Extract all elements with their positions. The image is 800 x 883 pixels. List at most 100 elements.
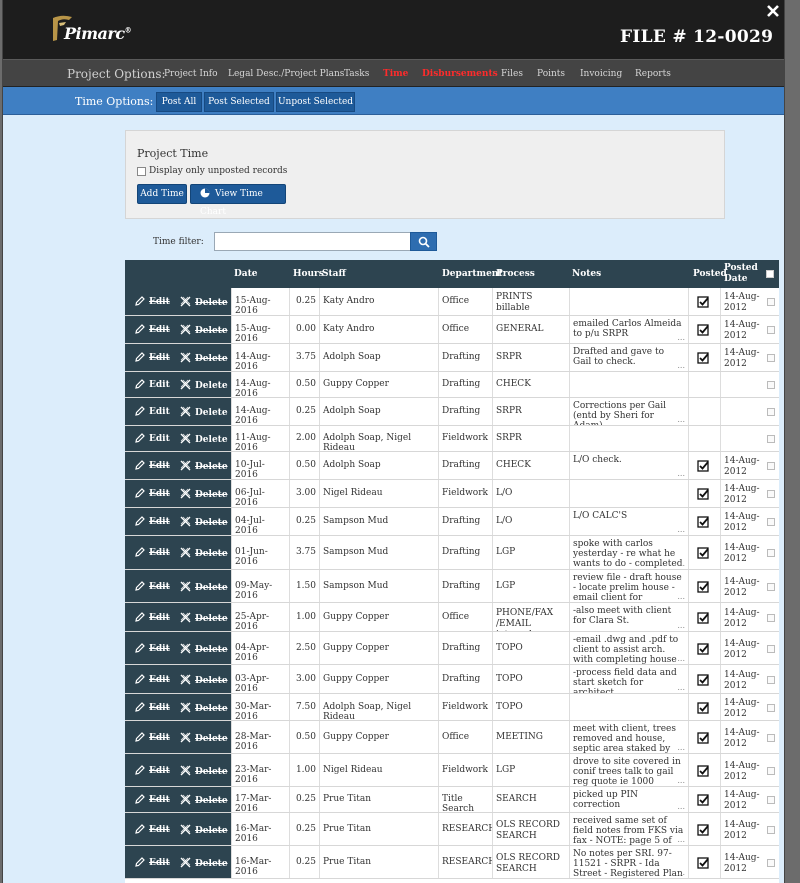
post-selected-button[interactable]: Post Selected <box>204 92 274 112</box>
delete-button[interactable]: Delete <box>180 516 228 528</box>
edit-button[interactable]: Edit <box>135 324 170 335</box>
delete-button[interactable]: Delete <box>180 547 228 559</box>
expand-notes-icon[interactable]: ... <box>677 776 685 786</box>
col-staff[interactable]: Staff <box>322 269 346 280</box>
col-posted-date[interactable]: Posted Date <box>724 263 758 285</box>
expand-notes-icon[interactable]: ... <box>677 802 685 812</box>
delete-button[interactable]: Delete <box>180 379 228 391</box>
row-select-checkbox[interactable] <box>767 462 775 470</box>
edit-button[interactable]: Edit <box>135 581 170 592</box>
nav-invoicing[interactable]: Invoicing <box>580 69 622 79</box>
nav-points[interactable]: Points <box>537 69 565 79</box>
post-all-button[interactable]: Post All <box>156 92 202 112</box>
delete-button[interactable]: Delete <box>180 674 228 686</box>
nav-files[interactable]: Files <box>501 69 523 79</box>
edit-button[interactable]: Edit <box>135 612 170 623</box>
row-select-checkbox[interactable] <box>767 549 775 557</box>
edit-button[interactable]: Edit <box>135 352 170 363</box>
expand-notes-icon[interactable]: ... <box>677 592 685 602</box>
delete-button[interactable]: Delete <box>180 406 228 418</box>
col-notes[interactable]: Notes <box>572 269 601 280</box>
col-hours[interactable]: Hours <box>293 269 324 280</box>
row-select-checkbox[interactable] <box>767 408 775 416</box>
row-select-checkbox[interactable] <box>767 859 775 867</box>
col-date[interactable]: Date <box>234 269 258 280</box>
nav-project-info[interactable]: Project Info <box>164 69 218 79</box>
delete-button[interactable]: Delete <box>180 433 228 445</box>
delete-button[interactable]: Delete <box>180 857 228 869</box>
delete-button[interactable]: Delete <box>180 702 228 714</box>
nav-disbursements[interactable]: Disbursements <box>422 69 498 79</box>
expand-notes-icon[interactable]: ... <box>677 361 685 371</box>
delete-button[interactable]: Delete <box>180 324 228 336</box>
add-time-button[interactable]: Add Time <box>137 184 187 204</box>
row-select-checkbox[interactable] <box>767 583 775 591</box>
view-time-chart-button[interactable]: View Time Chart <box>190 184 286 217</box>
delete-button[interactable]: Delete <box>180 296 228 308</box>
pimarc-logo[interactable]: Pimarc® <box>50 14 132 44</box>
unpost-selected-button[interactable]: Unpost Selected <box>276 92 355 112</box>
expand-notes-icon[interactable]: ... <box>677 743 685 753</box>
expand-notes-icon[interactable]: ... <box>677 868 685 878</box>
edit-button[interactable]: Edit <box>135 547 170 558</box>
row-select-checkbox[interactable] <box>767 704 775 712</box>
delete-button[interactable]: Delete <box>180 488 228 500</box>
expand-notes-icon[interactable]: ... <box>677 415 685 425</box>
delete-button[interactable]: Delete <box>180 824 228 836</box>
expand-notes-icon[interactable]: ... <box>677 559 685 569</box>
edit-button[interactable]: Edit <box>135 702 170 713</box>
row-select-checkbox[interactable] <box>767 614 775 622</box>
unposted-only-checkbox[interactable] <box>137 167 146 176</box>
edit-button[interactable]: Edit <box>135 296 170 307</box>
expand-notes-icon[interactable]: ... <box>677 683 685 693</box>
row-select-checkbox[interactable] <box>767 326 775 334</box>
row-select-checkbox[interactable] <box>767 826 775 834</box>
edit-button[interactable]: Edit <box>135 732 170 743</box>
nav-reports[interactable]: Reports <box>635 69 671 79</box>
edit-button[interactable]: Edit <box>135 516 170 527</box>
expand-notes-icon[interactable]: ... <box>677 469 685 479</box>
nav-legal-desc[interactable]: Legal Desc./Project Plans <box>228 69 344 79</box>
expand-notes-icon[interactable]: ... <box>677 621 685 631</box>
row-select-checkbox[interactable] <box>767 734 775 742</box>
edit-button[interactable]: Edit <box>135 379 170 390</box>
edit-button[interactable]: Edit <box>135 406 170 417</box>
row-select-checkbox[interactable] <box>767 381 775 389</box>
nav-time[interactable]: Time <box>383 69 408 79</box>
expand-notes-icon[interactable]: ... <box>677 333 685 343</box>
delete-button[interactable]: Delete <box>180 732 228 744</box>
row-select-checkbox[interactable] <box>767 518 775 526</box>
edit-button[interactable]: Edit <box>135 857 170 868</box>
delete-button[interactable]: Delete <box>180 460 228 472</box>
row-select-checkbox[interactable] <box>767 796 775 804</box>
edit-button[interactable]: Edit <box>135 488 170 499</box>
row-select-checkbox[interactable] <box>767 354 775 362</box>
col-posted[interactable]: Posted <box>693 269 727 280</box>
row-select-checkbox[interactable] <box>767 676 775 684</box>
delete-button[interactable]: Delete <box>180 765 228 777</box>
edit-button[interactable]: Edit <box>135 765 170 776</box>
delete-button[interactable]: Delete <box>180 794 228 806</box>
expand-notes-icon[interactable]: ... <box>677 525 685 535</box>
nav-tasks[interactable]: Tasks <box>344 69 369 79</box>
row-select-checkbox[interactable] <box>767 435 775 443</box>
edit-button[interactable]: Edit <box>135 433 170 444</box>
edit-button[interactable]: Edit <box>135 794 170 805</box>
delete-button[interactable]: Delete <box>180 352 228 364</box>
expand-notes-icon[interactable]: ... <box>677 654 685 664</box>
delete-button[interactable]: Delete <box>180 643 228 655</box>
edit-button[interactable]: Edit <box>135 460 170 471</box>
delete-button[interactable]: Delete <box>180 581 228 593</box>
close-icon[interactable] <box>766 4 780 18</box>
select-all-checkbox[interactable] <box>766 270 774 278</box>
delete-button[interactable]: Delete <box>180 612 228 624</box>
row-select-checkbox[interactable] <box>767 645 775 653</box>
row-select-checkbox[interactable] <box>767 490 775 498</box>
edit-button[interactable]: Edit <box>135 824 170 835</box>
time-filter-search-button[interactable] <box>410 232 437 251</box>
edit-button[interactable]: Edit <box>135 643 170 654</box>
col-department[interactable]: Department <box>442 269 503 280</box>
row-select-checkbox[interactable] <box>767 298 775 306</box>
col-process[interactable]: Process <box>496 269 535 280</box>
edit-button[interactable]: Edit <box>135 674 170 685</box>
